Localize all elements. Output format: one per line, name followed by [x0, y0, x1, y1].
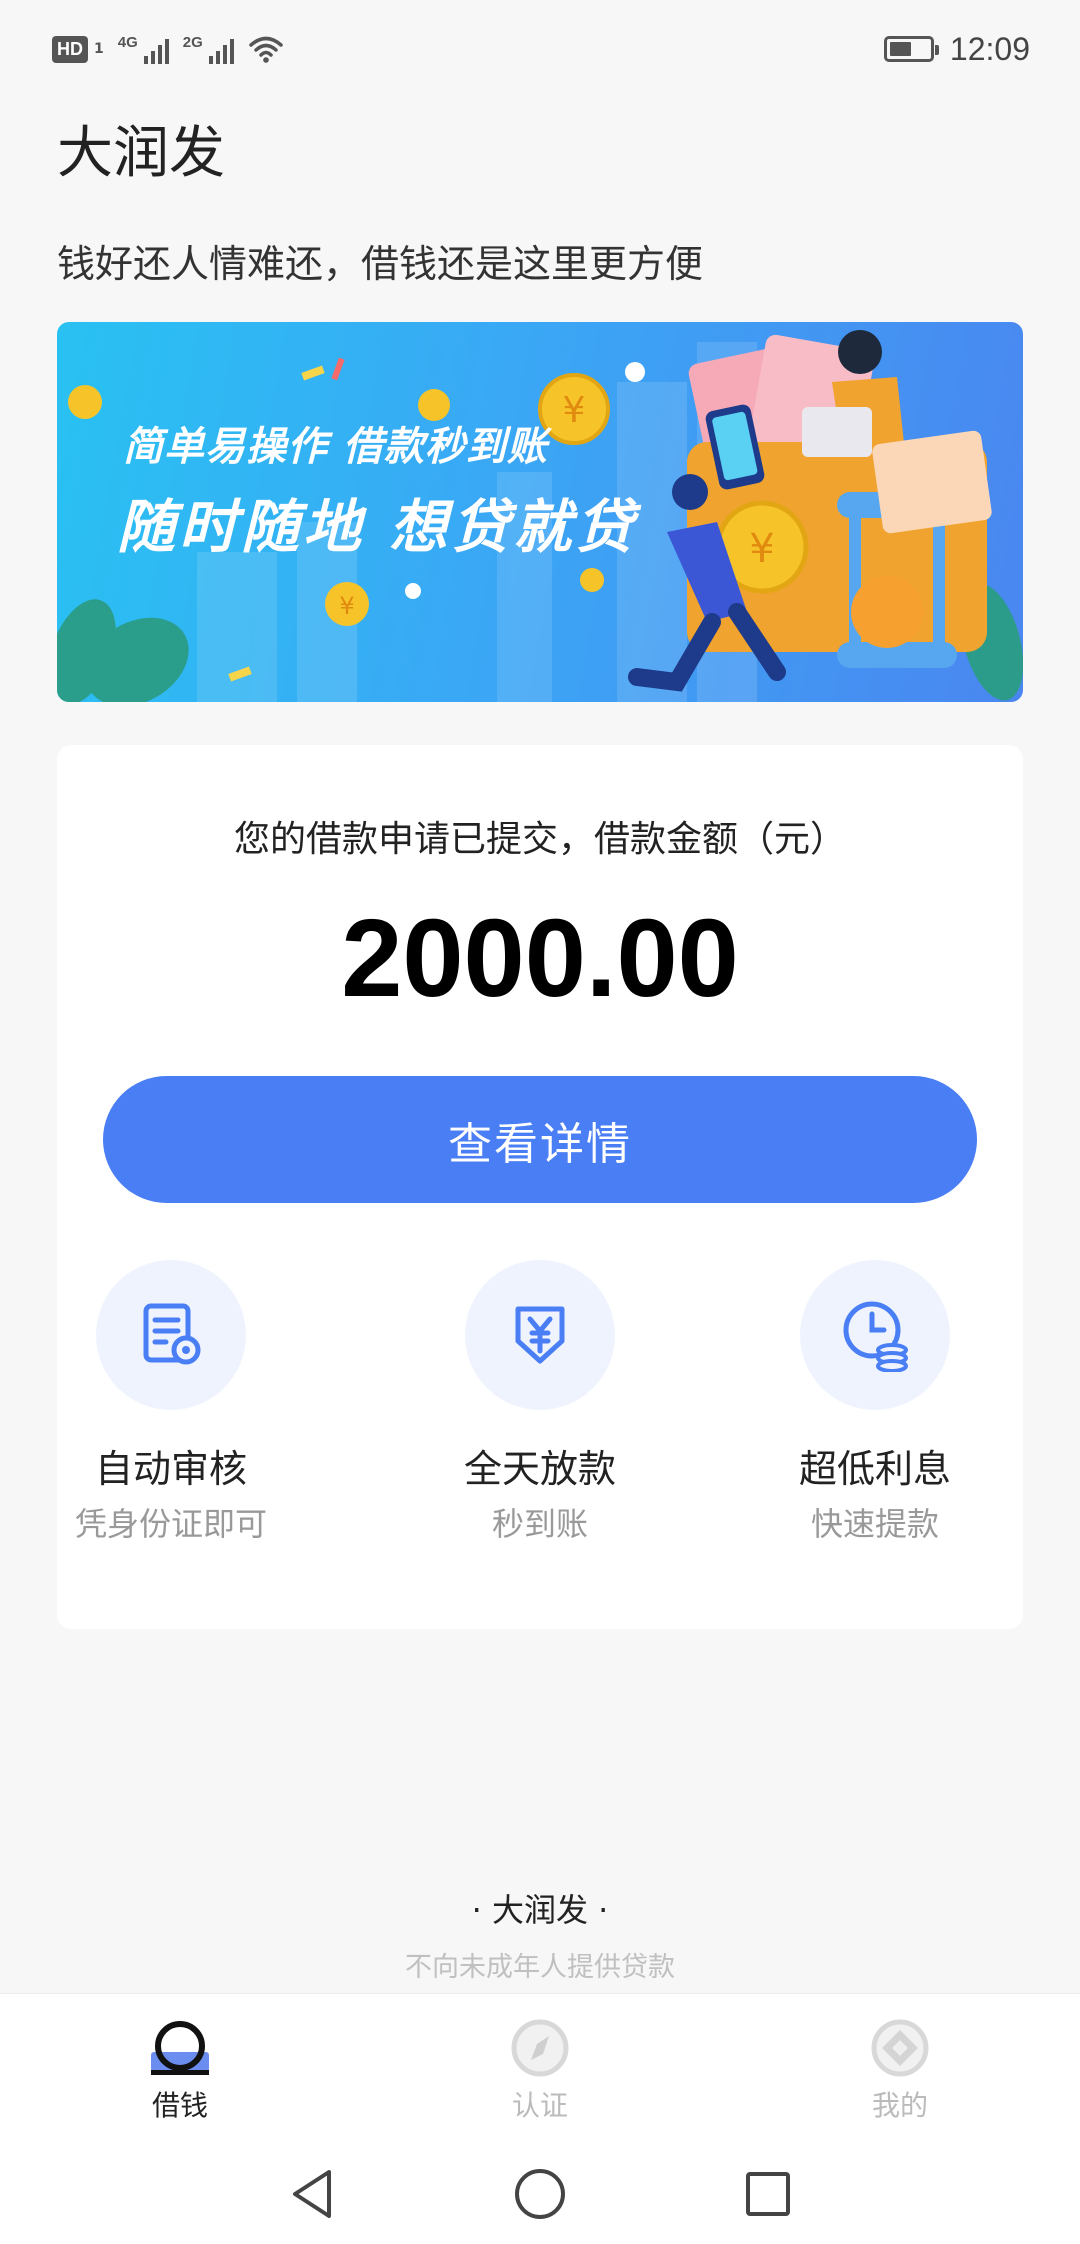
feature-auto-review: 自动审核 凭身份证即可 [21, 1260, 321, 1545]
borrow-icon [151, 2021, 209, 2075]
banner-tagline: 随时随地 想贷就贷 [117, 493, 638, 561]
loan-status-card: 您的借款申请已提交，借款金额（元） 2000.00 查看详情 自动审核 凭身份证… [57, 745, 1023, 1629]
promo-banner[interactable]: ¥ ¥ ¥ 简单易操作 借款秒到账 随时随地 想贷就贷 [57, 322, 1023, 702]
tab-label: 我的 [871, 2089, 928, 2122]
status-bar: HD 1 4G 2G 12:09 [0, 0, 1080, 98]
feature-title: 自动审核 [94, 1447, 247, 1491]
minor-notice: 不向未成年人提供贷款 [405, 1952, 675, 1983]
banner-headline: 简单易操作 借款秒到账 [123, 424, 548, 470]
hd-icon: HD [52, 35, 88, 63]
recents-icon[interactable] [743, 2169, 793, 2219]
profile-icon [871, 2019, 929, 2077]
status-time: 12:09 [949, 30, 1030, 67]
tab-borrow[interactable]: 借钱 [0, 1994, 360, 2143]
page-title: 大润发 [57, 121, 225, 186]
feature-all-day-payout: 全天放款 秒到账 [390, 1260, 690, 1545]
signal-icon: 2G [183, 34, 234, 64]
clock-coins-icon [843, 1301, 908, 1372]
view-details-button[interactable]: 查看详情 [103, 1076, 977, 1203]
bottom-tab-bar: 借钱 认证 我的 [0, 1993, 1080, 2143]
feature-subtitle: 凭身份证即可 [74, 1505, 267, 1543]
tab-verify[interactable]: 认证 [360, 1994, 720, 2143]
signal-icon: 4G [118, 34, 169, 64]
loan-amount: 2000.00 [341, 897, 739, 1020]
loan-submitted-message: 您的借款申请已提交，借款金额（元） [233, 819, 846, 860]
coin-symbol: ¥ [749, 526, 774, 572]
feature-subtitle: 快速提款 [810, 1505, 939, 1543]
tab-label: 认证 [511, 2089, 568, 2122]
system-navigation-bar [0, 2143, 1080, 2244]
wifi-icon [249, 36, 283, 63]
feature-title: 全天放款 [463, 1447, 616, 1491]
home-icon[interactable] [512, 2166, 568, 2222]
tab-mine[interactable]: 我的 [720, 1994, 1080, 2143]
network-type: 2G [182, 34, 203, 51]
network-type: 4G [117, 34, 138, 51]
back-icon[interactable] [287, 2166, 337, 2222]
yuan-download-icon [515, 1306, 565, 1364]
coin-symbol: ¥ [339, 592, 354, 620]
slogan-text: 钱好还人情难还，借钱还是这里更方便 [57, 242, 704, 286]
coin-symbol: ¥ [563, 390, 586, 431]
feature-subtitle: 秒到账 [491, 1505, 588, 1543]
battery-icon [883, 36, 939, 62]
sim-index: 1 [94, 41, 104, 57]
compass-icon [511, 2019, 569, 2077]
feature-low-interest: 超低利息 快速提款 [725, 1260, 1025, 1545]
feature-title: 超低利息 [798, 1447, 951, 1491]
footer-brand: · 大润发 · [471, 1891, 609, 1929]
document-search-icon [143, 1303, 201, 1365]
tab-label: 借钱 [151, 2089, 208, 2122]
